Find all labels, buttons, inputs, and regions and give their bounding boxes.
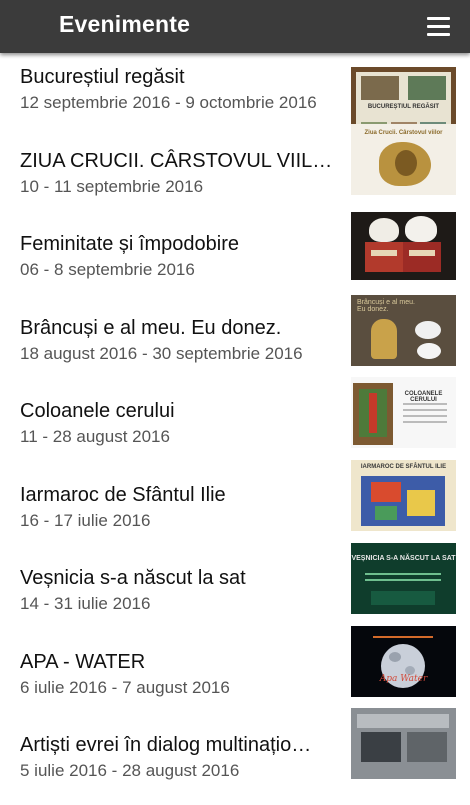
event-title: APA - WATER <box>20 650 146 673</box>
event-title: Bucureștiul regăsit <box>20 66 185 88</box>
event-thumbnail: VEȘNICIA S-A NĂSCUT LA SAT <box>351 543 456 614</box>
events-list: Bucureștiul regăsit 12 septembrie 2016 -… <box>0 53 470 805</box>
event-item[interactable]: ZIUA CRUCII. CÂRSTOVUL VIILOR 10 - 11 se… <box>0 123 470 221</box>
event-thumbnail: Brâncuși e al meu. Eu donez. <box>351 294 456 366</box>
thumbnail-caption: BUCUREȘTIUL REGĂSIT <box>367 104 440 110</box>
event-dates: 16 - 17 iulie 2016 <box>20 510 151 530</box>
thumbnail-caption: Apa Water <box>379 673 428 684</box>
event-title: Feminitate și împodobire <box>20 233 239 255</box>
event-title: Veșnicia s-a născut la sat <box>20 567 246 589</box>
event-item[interactable]: Coloanele cerului 11 - 28 august 2016 CO… <box>0 377 470 471</box>
event-thumbnail: Apa Water <box>351 625 456 697</box>
event-thumbnail: COLOANELE CERULUI <box>351 377 456 448</box>
event-dates: 06 - 8 septembrie 2016 <box>20 260 195 279</box>
event-title: ZIUA CRUCII. CÂRSTOVUL VIILOR <box>20 149 340 172</box>
thumbnail-caption: VEȘNICIA S-A NĂSCUT LA SAT <box>351 555 456 562</box>
event-item[interactable]: Feminitate și împodobire 06 - 8 septembr… <box>0 212 470 304</box>
event-thumbnail: IARMAROC DE SFÂNTUL ILIE <box>351 459 456 531</box>
event-title: Iarmaroc de Sfântul Ilie <box>20 483 226 506</box>
event-title: Artiști evrei în dialog multinațio… <box>20 734 312 756</box>
event-thumbnail: Ziua Crucii. Cârstovul viilor <box>351 123 456 195</box>
thumbnail-caption: Brâncuși e al meu. Eu donez. <box>357 298 415 313</box>
event-thumbnail <box>351 212 456 280</box>
event-dates: 12 septembrie 2016 - 9 octombrie 2016 <box>20 93 317 112</box>
event-dates: 18 august 2016 - 30 septembrie 2016 <box>20 343 303 363</box>
event-title: Coloanele cerului <box>20 400 175 422</box>
event-thumbnail <box>351 708 456 779</box>
event-dates: 11 - 28 august 2016 <box>20 427 170 446</box>
event-dates: 14 - 31 iulie 2016 <box>20 594 151 613</box>
thumbnail-caption: COLOANELE CERULUI <box>404 391 443 403</box>
menu-button[interactable] <box>418 12 458 42</box>
event-item[interactable]: Iarmaroc de Sfântul Ilie 16 - 17 iulie 2… <box>0 459 470 555</box>
event-item[interactable]: Artiști evrei în dialog multinațio… 5 iu… <box>0 708 470 805</box>
event-item[interactable]: Brâncuși e al meu. Eu donez. 18 august 2… <box>0 294 470 388</box>
event-title: Brâncuși e al meu. Eu donez. <box>20 316 282 339</box>
app-bar: Evenimente <box>0 0 470 53</box>
thumbnail-caption: IARMAROC DE SFÂNTUL ILIE <box>360 463 447 470</box>
event-dates: 10 - 11 septembrie 2016 <box>20 176 204 196</box>
event-dates: 5 iulie 2016 - 28 august 2016 <box>20 761 240 780</box>
event-dates: 6 iulie 2016 - 7 august 2016 <box>20 677 230 697</box>
page-title: Evenimente <box>59 11 191 37</box>
thumbnail-caption: Ziua Crucii. Cârstovul viilor <box>364 129 443 136</box>
